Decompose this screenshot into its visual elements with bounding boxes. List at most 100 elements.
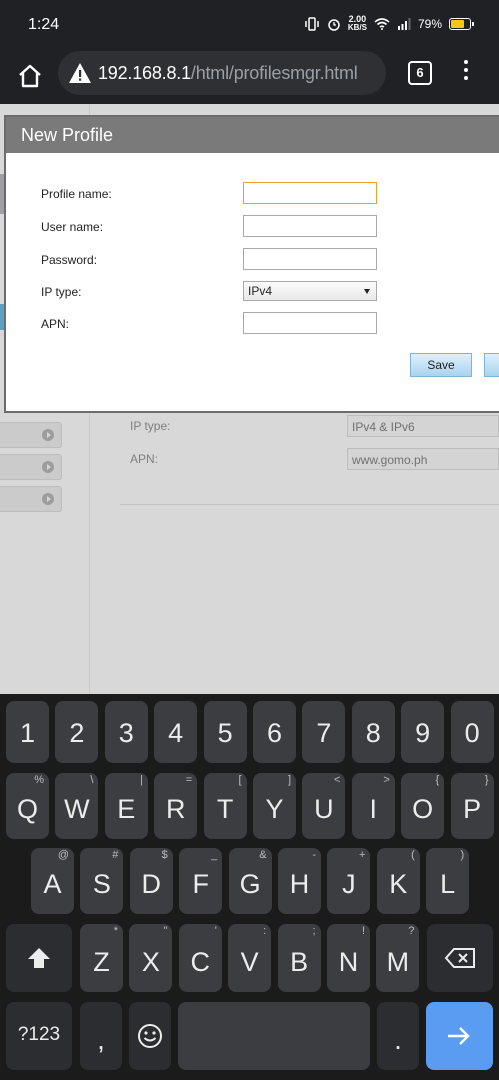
key-i[interactable]: I > — [351, 773, 395, 839]
key-v[interactable]: V: — [228, 924, 272, 992]
signal-icon — [397, 17, 411, 30]
key-a[interactable]: A @ — [31, 848, 74, 914]
profile-name-input[interactable] — [243, 182, 377, 204]
key-2-label: 2 — [69, 718, 85, 748]
key-n-label: N — [338, 947, 359, 977]
tab-switcher-button[interactable]: 6 — [408, 61, 432, 85]
key-u-alt-symbol: < — [333, 774, 341, 786]
password-input[interactable] — [243, 248, 377, 270]
key-o[interactable]: O{ — [401, 773, 445, 839]
sidebar-item[interactable] — [0, 454, 62, 480]
key-symbols[interactable]: ?123 — [6, 1002, 72, 1070]
key-p[interactable]: P} — [450, 773, 494, 839]
key-u[interactable]: U < — [302, 773, 346, 839]
key-emoji[interactable] — [129, 1002, 171, 1070]
dialog-title: New Profile — [6, 117, 499, 153]
key-b-label: B — [290, 947, 309, 977]
key-t[interactable]: T[ — [203, 773, 247, 839]
key-x-label: X — [141, 947, 160, 977]
key-c[interactable]: C ' — [178, 924, 222, 992]
key-backspace[interactable] — [427, 924, 493, 992]
key-2[interactable]: 2 — [55, 701, 99, 763]
key-4[interactable]: 4 — [154, 701, 198, 763]
soft-keyboard: 1 2 3 4 5 6 7 8 9 0 Q% W \ E | R = T[Y] U < I > O{P} A @ S # D $ F _ G &… — [0, 694, 499, 1080]
key-9-label: 9 — [415, 718, 431, 748]
sidebar-item[interactable] — [0, 422, 62, 448]
key-period[interactable]: . — [377, 1002, 419, 1070]
key-e[interactable]: E | — [104, 773, 148, 839]
bg-ip-type-label: IP type: — [130, 419, 171, 433]
key-comma[interactable]: , — [80, 1002, 122, 1070]
key-i-label: I — [369, 794, 378, 824]
key-g-alt-symbol: & — [259, 849, 267, 861]
address-bar[interactable]: 192.168.8.1/html/profilesmgr.html — [58, 51, 386, 95]
save-button[interactable]: Save — [410, 353, 472, 377]
key-0-label: 0 — [464, 718, 480, 748]
key-period-label: . — [394, 1025, 402, 1055]
ip-type-selected: IPv4 — [248, 284, 273, 298]
key-8-label: 8 — [365, 718, 381, 748]
key-b[interactable]: B; — [277, 924, 321, 992]
not-secure-warning-icon[interactable] — [68, 62, 92, 84]
more-menu-icon[interactable] — [462, 60, 470, 86]
key-x[interactable]: X " — [129, 924, 173, 992]
key-9[interactable]: 9 — [401, 701, 445, 763]
key-shift[interactable] — [6, 924, 72, 992]
key-0[interactable]: 0 — [450, 701, 494, 763]
cancel-button[interactable] — [484, 353, 499, 377]
key-z[interactable]: Z * — [80, 924, 123, 992]
key-w-label: W — [64, 794, 90, 824]
arrow-right-icon — [42, 461, 54, 473]
key-enter[interactable] — [426, 1002, 493, 1070]
key-1[interactable]: 1 — [6, 701, 49, 763]
user-name-label: User name: — [41, 220, 104, 234]
key-y[interactable]: Y] — [253, 773, 296, 839]
key-k[interactable]: K( — [376, 848, 420, 914]
key-n[interactable]: N! — [327, 924, 370, 992]
key-c-label: C — [190, 947, 211, 977]
key-l-alt-symbol: ) — [460, 849, 465, 861]
key-f-alt-symbol: _ — [211, 849, 218, 861]
key-8[interactable]: 8 — [351, 701, 395, 763]
key-w[interactable]: W \ — [55, 773, 99, 839]
key-r-label: R — [165, 794, 186, 824]
key-l[interactable]: L) — [426, 848, 470, 914]
key-h[interactable]: H- — [278, 848, 321, 914]
key-d-label: D — [141, 869, 162, 899]
key-s-alt-symbol: # — [112, 849, 119, 861]
key-s[interactable]: S # — [80, 848, 124, 914]
key-e-alt-symbol: | — [139, 774, 143, 786]
key-p-alt-symbol: } — [484, 774, 489, 786]
key-b-alt-symbol: ; — [312, 925, 316, 937]
key-m-label: M — [386, 947, 410, 977]
key-5[interactable]: 5 — [203, 701, 247, 763]
ip-type-select[interactable]: IPv4 — [243, 281, 377, 301]
key-6[interactable]: 6 — [253, 701, 296, 763]
key-g[interactable]: G & — [228, 848, 272, 914]
key-u-label: U — [314, 794, 334, 824]
key-7[interactable]: 7 — [302, 701, 346, 763]
net-speed-unit: KB/S — [347, 23, 367, 32]
key-k-alt-symbol: ( — [411, 849, 415, 861]
key-6-label: 6 — [266, 718, 283, 748]
key-m[interactable]: M? — [376, 924, 420, 992]
user-name-input[interactable] — [243, 215, 377, 237]
password-label: Password: — [41, 253, 98, 267]
key-j[interactable]: J + — [327, 848, 371, 914]
key-f[interactable]: F _ — [179, 848, 223, 914]
key-o-label: O — [412, 794, 434, 824]
home-icon[interactable] — [16, 62, 44, 90]
key-r[interactable]: R = — [154, 773, 198, 839]
url-text[interactable]: 192.168.8.1/html/profilesmgr.html — [98, 63, 358, 84]
key-z-label: Z — [93, 947, 110, 977]
battery-icon — [449, 17, 474, 30]
key-j-label: J — [342, 869, 356, 899]
status-icons: 2.00 KB/S 79% — [304, 15, 474, 32]
key-d[interactable]: D $ — [129, 848, 173, 914]
key-space[interactable] — [178, 1002, 370, 1070]
key-q[interactable]: Q% — [6, 773, 49, 839]
sidebar-item[interactable] — [0, 486, 62, 512]
key-r-alt-symbol: = — [185, 774, 193, 786]
key-3[interactable]: 3 — [104, 701, 148, 763]
apn-input[interactable] — [243, 312, 377, 334]
